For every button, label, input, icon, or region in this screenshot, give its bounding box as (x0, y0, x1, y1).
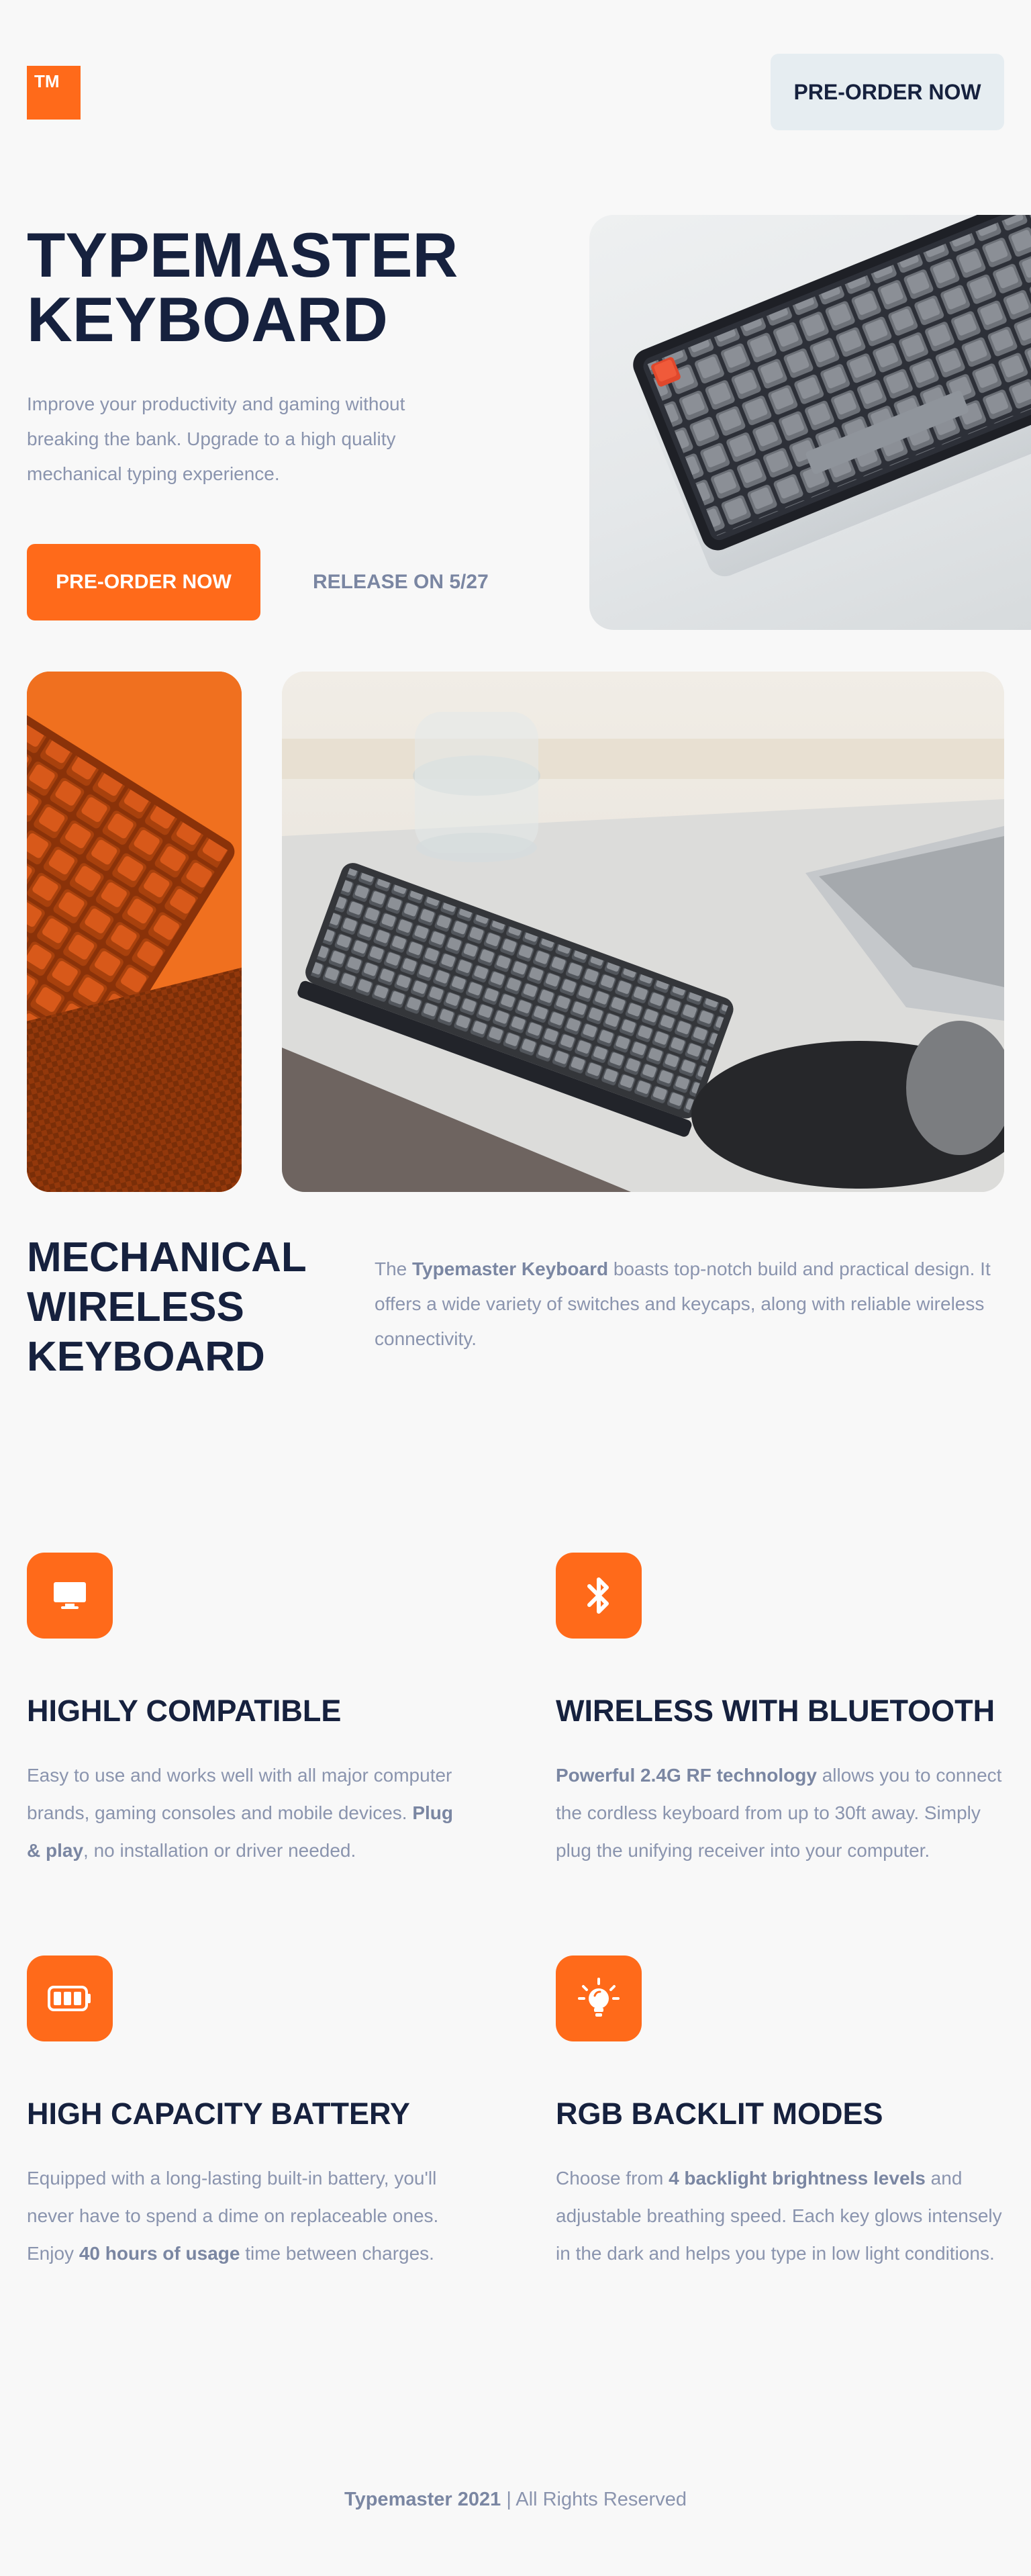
keyboard-illustration (633, 215, 1031, 577)
feature-description: Powerful 2.4G RF technology allows you t… (556, 1757, 1005, 1870)
feature-title: WIRELESS WITH BLUETOOTH (556, 1694, 995, 1728)
feature-compatible: HIGHLY COMPATIBLE Easy to use and works … (27, 1553, 470, 1870)
hero-title-line1: TYPEMASTER (27, 220, 458, 290)
monitor-icon-glyph (54, 1582, 86, 1609)
section-title-line1: MECHANICAL (27, 1234, 307, 1281)
hero-keyboard-image (589, 215, 1031, 630)
feature-desc-bold: 40 hours of usage (79, 2243, 240, 2264)
footer-rights: | All Rights Reserved (506, 2489, 687, 2510)
feature-rgb: RGB BACKLIT MODES Choose from 4 backligh… (556, 1956, 1005, 2272)
lightbulb-icon-glyph (578, 1978, 620, 2017)
desk-setup-illustration (282, 672, 1004, 1192)
feature-bluetooth: WIRELESS WITH BLUETOOTH Powerful 2.4G RF… (556, 1553, 1005, 1870)
hero-title: TYPEMASTER KEYBOARD (27, 223, 537, 352)
section-title-line2: WIRELESS (27, 1284, 244, 1330)
desc-prefix: The (375, 1258, 413, 1279)
feature-title: HIGH CAPACITY BATTERY (27, 2097, 410, 2131)
hero-description: Improve your productivity and gaming wit… (27, 394, 405, 484)
logo[interactable]: TM (27, 66, 81, 120)
battery-icon (27, 1956, 113, 2041)
feature-desc-b: time between charges. (240, 2243, 434, 2264)
feature-description: Easy to use and works well with all majo… (27, 1757, 470, 1870)
footer: Typemaster 2021 | All Rights Reserved (0, 2489, 1031, 2511)
feature-desc-bold: 4 backlight brightness levels (669, 2168, 926, 2189)
hero-title-line2: KEYBOARD (27, 284, 388, 355)
feature-description: Equipped with a long-lasting built-in ba… (27, 2160, 470, 2272)
feature-title: HIGHLY COMPATIBLE (27, 1694, 342, 1728)
desk-setup-image (282, 672, 1004, 1192)
feature-desc-bold: Powerful 2.4G RF technology (556, 1765, 817, 1786)
feature-description: Choose from 4 backlight brightness level… (556, 2160, 1005, 2272)
hero-preorder-button[interactable]: PRE-ORDER NOW (27, 544, 260, 620)
orange-keyboard-illustration (27, 672, 242, 1192)
section-description: The Typemaster Keyboard boasts top-notch… (375, 1252, 1005, 1356)
feature-desc-a: Easy to use and works well with all majo… (27, 1765, 452, 1823)
orange-keyboard-image (27, 672, 242, 1192)
feature-desc-a: Choose from (556, 2168, 669, 2189)
monitor-icon (27, 1553, 113, 1639)
bluetooth-icon-glyph (587, 1577, 609, 1614)
lightbulb-icon (556, 1956, 642, 2041)
bluetooth-icon (556, 1553, 642, 1639)
desc-brand: Typemaster Keyboard (412, 1258, 609, 1279)
section-title: MECHANICAL WIRELESS KEYBOARD (27, 1233, 349, 1382)
section-title-line3: KEYBOARD (27, 1334, 265, 1380)
release-date-link[interactable]: RELEASE ON 5/27 (313, 565, 489, 599)
feature-desc-b: , no installation or driver needed. (83, 1840, 356, 1861)
feature-title: RGB BACKLIT MODES (556, 2097, 883, 2131)
battery-icon-glyph (48, 1986, 91, 2011)
feature-battery: HIGH CAPACITY BATTERY Equipped with a lo… (27, 1956, 470, 2272)
header-preorder-button[interactable]: PRE-ORDER NOW (771, 54, 1004, 130)
footer-brand: Typemaster 2021 (344, 2489, 501, 2510)
